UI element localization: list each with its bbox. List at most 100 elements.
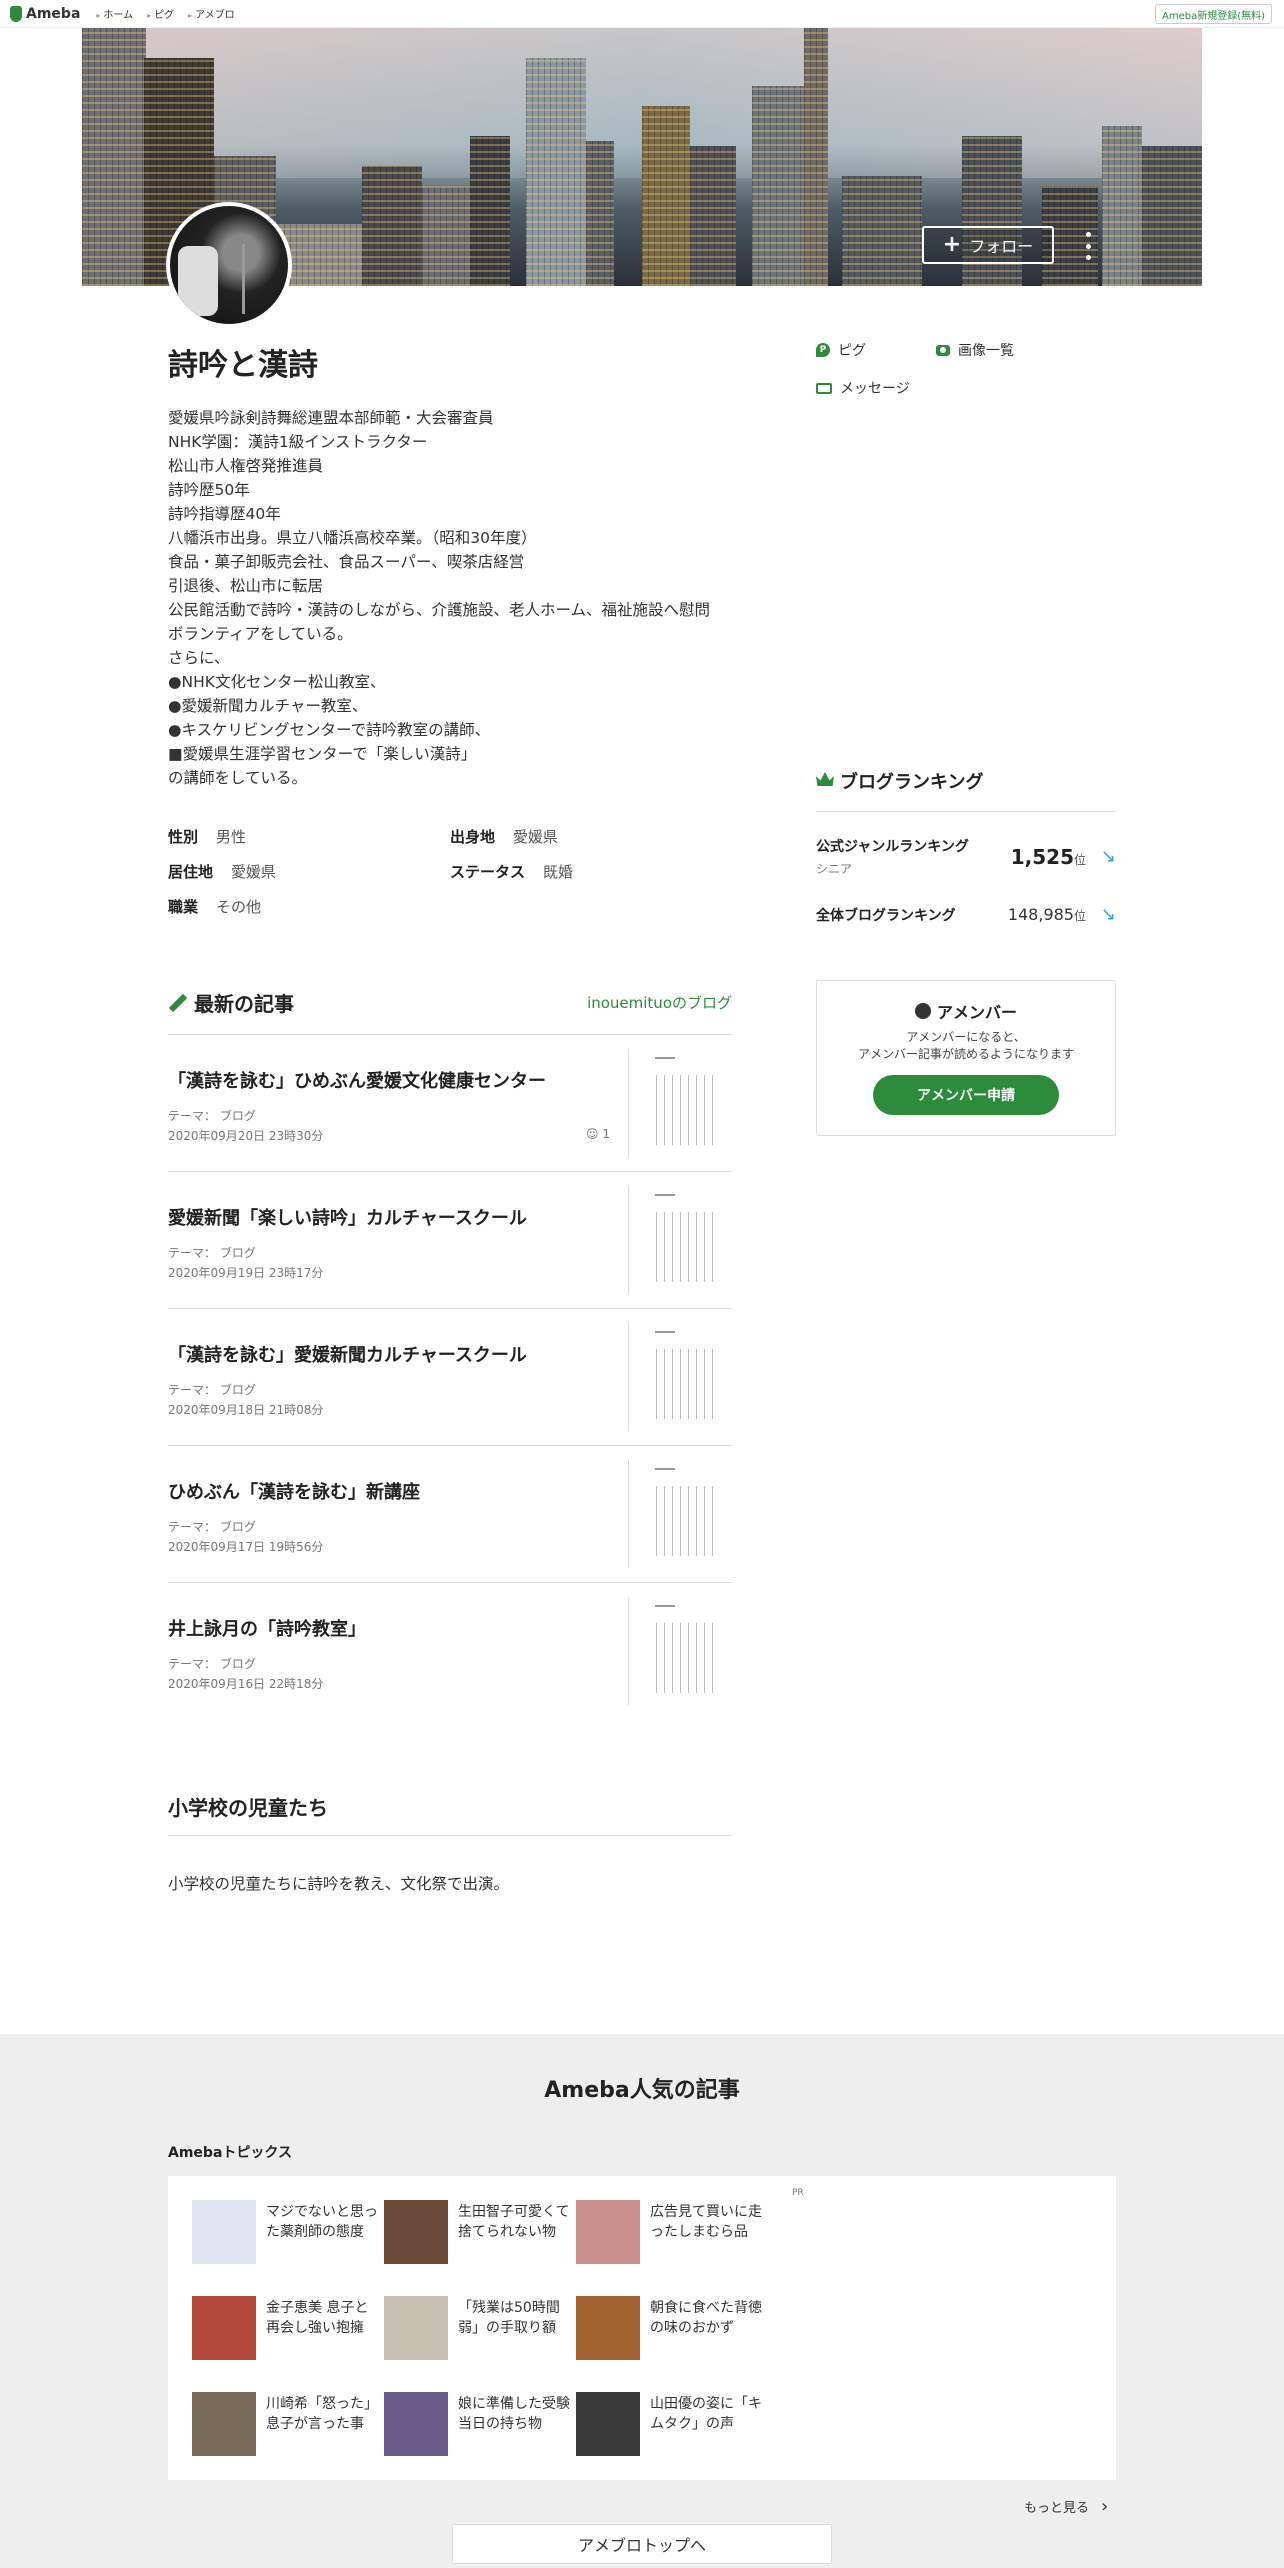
latest-articles-title: 最新の記事 [194, 992, 294, 1016]
topics-box: PR マジでないと思った薬剤師の態度 生田智子可愛くて捨てられない物 広告見て買… [168, 2176, 1116, 2480]
building [690, 146, 736, 286]
image-list-link[interactable]: 画像一覧 [936, 340, 1096, 360]
document-image [651, 1327, 719, 1427]
attr-label: 職業 [168, 898, 199, 916]
topic-item[interactable]: 金子恵美 息子と再会し強い抱擁 [192, 2296, 382, 2360]
more-menu-icon[interactable] [1082, 232, 1094, 260]
blog-ranking-header: ブログランキング [816, 768, 1116, 812]
article-date: 2020年09月20日 23時30分 [168, 1129, 324, 1143]
blog-home-link[interactable]: inouemituoのブログ [587, 992, 732, 1013]
latest-articles-header: 最新の記事 inouemituoのブログ [168, 988, 732, 1017]
attr-job: 職業 その他 [168, 896, 450, 917]
topic-image [384, 2296, 448, 2360]
topic-image [192, 2392, 256, 2456]
attr-label: 居住地 [168, 863, 214, 881]
article-item[interactable]: ひめぶん「漢詩を詠む」新講座 テーマ： ブログ 2020年09月17日 19時5… [168, 1446, 732, 1583]
topic-caption: マジでないと思った薬剤師の態度 [266, 2204, 378, 2240]
article-date: 2020年09月18日 21時08分 [168, 1403, 324, 1417]
profile-attributes: 性別 男性 出身地 愛媛県 居住地 愛媛県 ステータス 既婚 職業 その他 [168, 826, 728, 917]
signup-button[interactable]: Ameba新規登録(無料) [1154, 4, 1272, 24]
topic-item[interactable]: 山田優の姿に「キムタク」の声 [576, 2392, 766, 2456]
article-thumbnail[interactable] [628, 1186, 732, 1294]
attr-value: その他 [216, 898, 262, 916]
article-title[interactable]: ひめぶん「漢詩を詠む」新講座 [168, 1478, 608, 1504]
document-image [651, 1464, 719, 1564]
global-nav: ホーム ピグ アメブロ [96, 6, 234, 21]
attr-hometown: 出身地 愛媛県 [450, 826, 728, 847]
topic-item[interactable]: 川崎希「怒った」息子が言った事 [192, 2392, 382, 2456]
image-list-label: 画像一覧 [958, 343, 1014, 359]
topic-image [384, 2392, 448, 2456]
article-thumbnail[interactable] [628, 1323, 732, 1431]
amember-description: アメンバーになると、 アメンバー記事が読めるようになります [857, 1030, 1074, 1061]
comment-count[interactable]: ☺ 1 [586, 1127, 610, 1141]
rank-unit: 位 [1073, 852, 1086, 867]
follow-button[interactable]: + フォロー [922, 226, 1054, 264]
profile-bio: 愛媛県吟詠剣詩舞総連盟本部師範・大会審査員 NHK学園：漢詩1級インストラクター… [168, 409, 711, 787]
attr-value: 既婚 [543, 863, 574, 881]
building [82, 28, 146, 286]
ameba-logo-icon [10, 5, 22, 22]
ameba-logo-text: Ameba [26, 5, 81, 22]
article-theme: テーマ： ブログ [168, 1246, 256, 1260]
topic-image [576, 2296, 640, 2360]
attr-gender: 性別 男性 [168, 826, 450, 847]
overall-ranking-row[interactable]: 全体ブログランキング 148,985位 ↘ [816, 904, 1116, 925]
article-theme: テーマ： ブログ [168, 1109, 256, 1123]
overall-ranking-label: 全体ブログランキング [816, 907, 956, 924]
overall-rank-value: 148,985位 [1008, 905, 1086, 924]
topic-item[interactable]: マジでないと思った薬剤師の態度 [192, 2200, 382, 2264]
article-theme: テーマ： ブログ [168, 1383, 256, 1397]
crown-icon [816, 772, 834, 786]
attr-value: 男性 [216, 828, 247, 846]
topic-item[interactable]: 広告見て買いに走ったしまむら品 [576, 2200, 766, 2264]
building [804, 28, 828, 286]
article-title[interactable]: 愛媛新聞「楽しい詩吟」カルチャースクール [168, 1204, 608, 1230]
article-title[interactable]: 井上詠月の「詩吟教室」 [168, 1615, 608, 1641]
article-item[interactable]: 「漢詩を詠む」ひめぶん愛媛文化健康センター テーマ： ブログ 2020年09月2… [168, 1035, 732, 1172]
nav-home[interactable]: ホーム [96, 6, 133, 21]
ameblo-top-button[interactable]: アメブロトップへ [452, 2524, 832, 2564]
building [842, 176, 922, 286]
building [1102, 126, 1142, 286]
pigg-icon: P [816, 343, 830, 357]
topic-item[interactable]: 朝食に食べた背徳の味のおかず [576, 2296, 766, 2360]
message-label: メッセージ [840, 381, 910, 397]
article-thumbnail[interactable] [628, 1460, 732, 1568]
nav-pigg[interactable]: ピグ [147, 6, 174, 21]
article-thumbnail[interactable] [628, 1597, 732, 1705]
popular-articles-title: Ameba人気の記事 [544, 2078, 740, 2103]
building [470, 136, 510, 286]
genre-ranking-row[interactable]: 公式ジャンルランキング シニア 1,525位 ↘ [816, 836, 1116, 877]
topic-item[interactable]: 「残業は50時間弱」の手取り額 [384, 2296, 574, 2360]
nav-ameblo[interactable]: アメブロ [188, 6, 235, 21]
latest-articles-list: 「漢詩を詠む」ひめぶん愛媛文化健康センター テーマ： ブログ 2020年09月2… [168, 1034, 732, 1720]
more-topics-link[interactable]: もっと見る [1024, 2496, 1108, 2517]
pr-label: PR [792, 2188, 804, 2198]
ameba-logo[interactable]: Ameba [10, 5, 81, 22]
message-link[interactable]: メッセージ [816, 378, 936, 398]
article-item[interactable]: 「漢詩を詠む」愛媛新聞カルチャースクール テーマ： ブログ 2020年09月18… [168, 1309, 732, 1446]
rank-unit: 位 [1073, 909, 1086, 923]
trend-down-icon: ↘ [1100, 904, 1116, 925]
article-date: 2020年09月17日 19時56分 [168, 1540, 324, 1554]
article-item[interactable]: 愛媛新聞「楽しい詩吟」カルチャースクール テーマ： ブログ 2020年09月19… [168, 1172, 732, 1309]
profile-avatar[interactable] [166, 202, 292, 328]
document-image [651, 1190, 719, 1290]
article-title[interactable]: 「漢詩を詠む」愛媛新聞カルチャースクール [168, 1341, 608, 1367]
topic-item[interactable]: 娘に準備した受験当日の持ち物 [384, 2392, 574, 2456]
article-item[interactable]: 井上詠月の「詩吟教室」 テーマ： ブログ 2020年09月16日 22時18分 [168, 1583, 732, 1720]
building [1142, 146, 1202, 286]
attr-label: 出身地 [450, 828, 496, 846]
article-thumbnail[interactable] [628, 1049, 732, 1157]
amember-apply-button[interactable]: アメンバー申請 [873, 1075, 1059, 1115]
pigg-link[interactable]: P ピグ [816, 340, 936, 360]
article-title[interactable]: 「漢詩を詠む」ひめぶん愛媛文化健康センター [168, 1067, 608, 1093]
attr-label: ステータス [450, 863, 526, 881]
avatar-figure [178, 246, 218, 316]
document-image [651, 1053, 719, 1153]
attr-residence: 居住地 愛媛県 [168, 861, 450, 882]
topic-item[interactable]: 生田智子可愛くて捨てられない物 [384, 2200, 574, 2264]
topic-caption: 朝食に食べた背徳の味のおかず [650, 2300, 762, 2336]
topic-caption: 生田智子可愛くて捨てられない物 [458, 2204, 570, 2240]
